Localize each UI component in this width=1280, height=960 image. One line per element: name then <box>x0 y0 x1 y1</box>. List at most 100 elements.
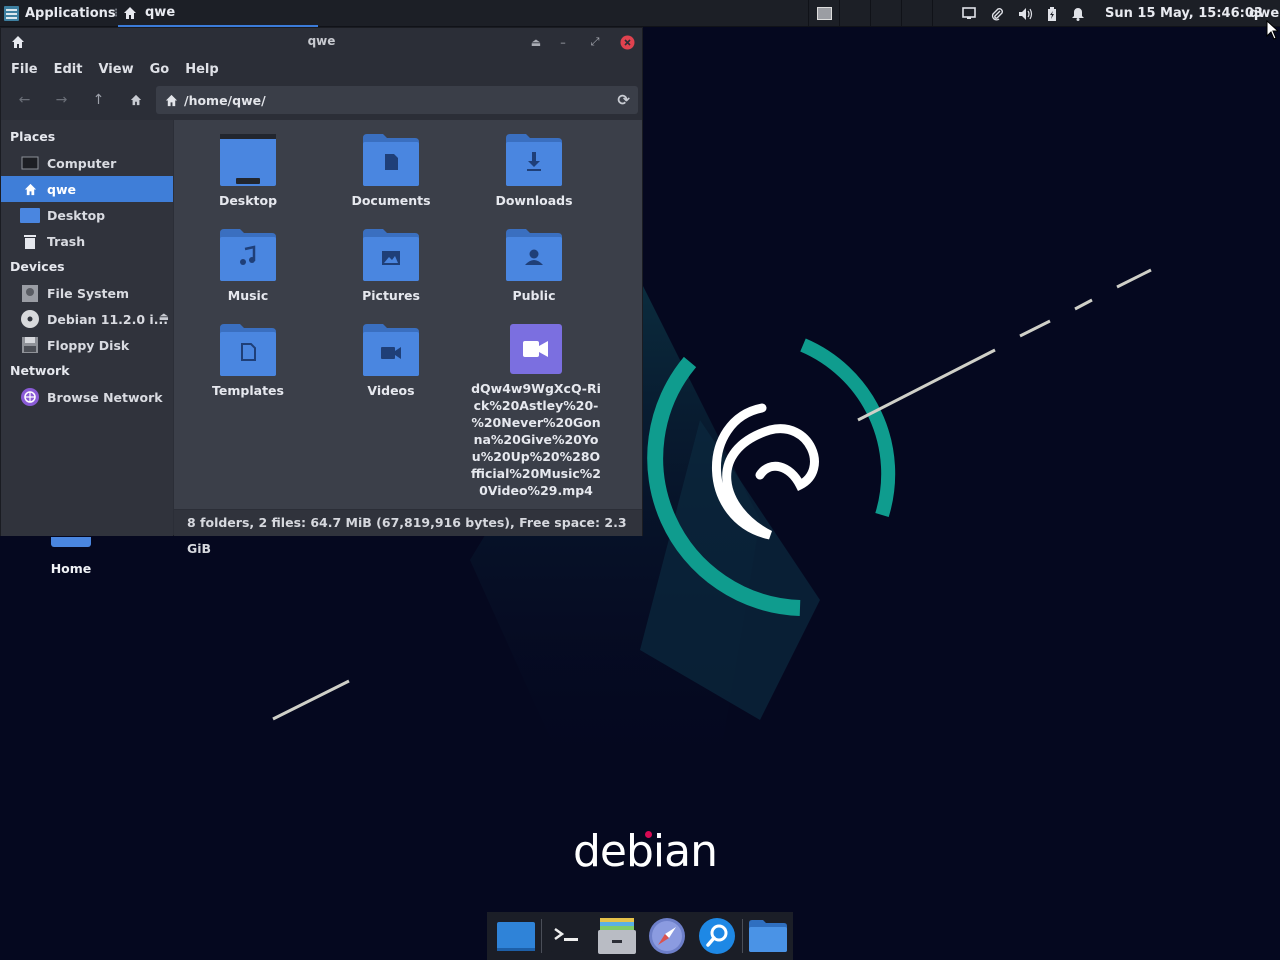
dock-file-manager[interactable] <box>592 912 642 960</box>
folder-videos-icon <box>363 324 419 376</box>
system-tray <box>962 0 1085 27</box>
drive-icon <box>20 284 40 302</box>
clock[interactable]: Sun 15 May, 15:46:03 <box>1105 0 1263 27</box>
applications-menu-icon <box>4 6 19 21</box>
mouse-cursor-icon <box>1266 20 1278 40</box>
file-item-videos[interactable]: Videos <box>329 324 453 399</box>
sidebar-item-computer[interactable]: Computer <box>1 150 173 176</box>
file-item-downloads[interactable]: Downloads <box>472 134 596 209</box>
workspace-1[interactable] <box>808 0 839 27</box>
sidebar-header-network: Network <box>10 363 70 378</box>
sidebar-header-places: Places <box>10 129 56 144</box>
folder-icon <box>749 920 788 952</box>
menubar: File Edit View Go Help <box>1 56 642 82</box>
trash-icon <box>20 232 40 250</box>
workspace-4[interactable] <box>901 0 932 27</box>
location-bar[interactable]: /home/qwe/ ⟳ <box>156 86 638 114</box>
file-label: Music <box>227 288 269 303</box>
file-cabinet-icon <box>598 918 636 954</box>
file-item-music[interactable]: Music <box>186 229 310 304</box>
workspace-2[interactable] <box>839 0 870 27</box>
volume-icon[interactable] <box>1018 7 1033 21</box>
sidebar-item-browse-network[interactable]: Browse Network <box>1 384 173 410</box>
desktop-home-label: Home <box>50 561 92 576</box>
video-file-icon <box>510 324 562 374</box>
network-icon <box>20 388 40 406</box>
home-icon <box>130 94 141 106</box>
home-icon <box>20 180 40 198</box>
menu-help[interactable]: Help <box>177 62 226 77</box>
file-manager-window: qwe ⏏ – ⤢ File Edit View Go Help ← → ↑ /… <box>0 27 643 556</box>
search-icon <box>699 918 736 954</box>
sidebar-item-label: Floppy Disk <box>47 337 130 353</box>
toolbar: ← → ↑ /home/qwe/ ⟳ <box>1 82 642 118</box>
sidebar-item-debian-disc[interactable]: Debian 11.2.0 i... ⏏ <box>1 306 173 332</box>
menu-go[interactable]: Go <box>142 62 178 77</box>
debian-wordmark-dot <box>645 831 652 838</box>
dock-home-folder[interactable] <box>743 912 793 960</box>
home-icon <box>165 94 178 106</box>
file-item-documents[interactable]: Documents <box>329 134 453 209</box>
sidebar-item-file-system[interactable]: File System <box>1 280 173 306</box>
menu-edit[interactable]: Edit <box>46 62 91 77</box>
up-button[interactable]: ↑ <box>80 85 117 115</box>
desktop-home-icon[interactable]: Home <box>40 537 102 576</box>
sidebar: Places Computer qwe Desktop Trash Device… <box>1 120 173 536</box>
file-label: Videos <box>367 383 415 398</box>
home-button[interactable] <box>117 85 154 115</box>
file-item-pictures[interactable]: Pictures <box>329 229 453 304</box>
maximize-icon[interactable]: ⤢ <box>585 32 605 52</box>
compass-browser-icon <box>649 918 686 954</box>
display-icon[interactable] <box>962 7 976 20</box>
file-label: Documents <box>351 193 431 208</box>
sidebar-item-floppy[interactable]: Floppy Disk <box>1 332 173 358</box>
computer-icon <box>20 154 40 172</box>
file-label: Downloads <box>495 193 573 208</box>
folder-desktop-icon <box>220 134 276 186</box>
taskbar-window-button[interactable]: qwe <box>118 0 318 27</box>
forward-button[interactable]: → <box>43 85 80 115</box>
workspace-switcher[interactable] <box>808 0 963 27</box>
sidebar-item-desktop[interactable]: Desktop <box>1 202 173 228</box>
applications-menu[interactable]: Applications <box>4 0 116 27</box>
minimize-icon[interactable]: – <box>553 32 573 52</box>
file-item-templates[interactable]: Templates <box>186 324 310 399</box>
file-item-public[interactable]: Public <box>472 229 596 304</box>
back-button[interactable]: ← <box>6 85 43 115</box>
floppy-icon <box>20 336 40 354</box>
menu-file[interactable]: File <box>3 62 46 77</box>
top-panel: Applications ⋮ qwe Sun 15 May, 15:46:03 … <box>0 0 1280 27</box>
dock-terminal[interactable] <box>542 912 592 960</box>
sidebar-item-label: Trash <box>47 233 86 249</box>
window-titlebar[interactable]: qwe ⏏ – ⤢ <box>1 28 642 56</box>
sidebar-item-trash[interactable]: Trash <box>1 228 173 254</box>
close-icon[interactable] <box>617 32 637 52</box>
dock-web-browser[interactable] <box>642 912 692 960</box>
disc-icon <box>20 310 40 328</box>
home-folder-icon <box>51 537 91 547</box>
dock-show-desktop[interactable] <box>491 912 541 960</box>
arrow-left-icon: ← <box>18 92 31 108</box>
file-view: Desktop Documents Downloads Music Pictur… <box>174 120 642 509</box>
shade-icon[interactable]: ⏏ <box>526 32 546 52</box>
battery-icon[interactable] <box>1047 6 1057 21</box>
workspace-3[interactable] <box>870 0 901 27</box>
dock-app-finder[interactable] <box>692 912 742 960</box>
paperclip-icon[interactable] <box>990 7 1004 21</box>
eject-icon[interactable]: ⏏ <box>159 310 169 323</box>
workspace-5[interactable] <box>932 0 963 27</box>
sidebar-item-label: Debian 11.2.0 i... <box>47 311 168 327</box>
location-path: /home/qwe/ <box>184 92 266 108</box>
sidebar-item-label: qwe <box>47 181 76 197</box>
arrow-up-icon: ↑ <box>92 92 105 108</box>
status-bar: 8 folders, 2 files: 64.7 MiB (67,819,916… <box>174 510 642 556</box>
folder-music-icon <box>220 229 276 281</box>
folder-public-icon <box>506 229 562 281</box>
notification-bell-icon[interactable] <box>1071 7 1085 21</box>
reload-icon[interactable]: ⟳ <box>617 91 630 109</box>
file-item-desktop[interactable]: Desktop <box>186 134 310 209</box>
file-item-video-mp4[interactable]: dQw4w9WgXcQ-Rick%20Astley%20-%20Never%20… <box>471 324 601 499</box>
menu-view[interactable]: View <box>90 62 141 77</box>
sidebar-item-home[interactable]: qwe <box>1 176 173 202</box>
show-desktop-icon <box>497 922 535 951</box>
